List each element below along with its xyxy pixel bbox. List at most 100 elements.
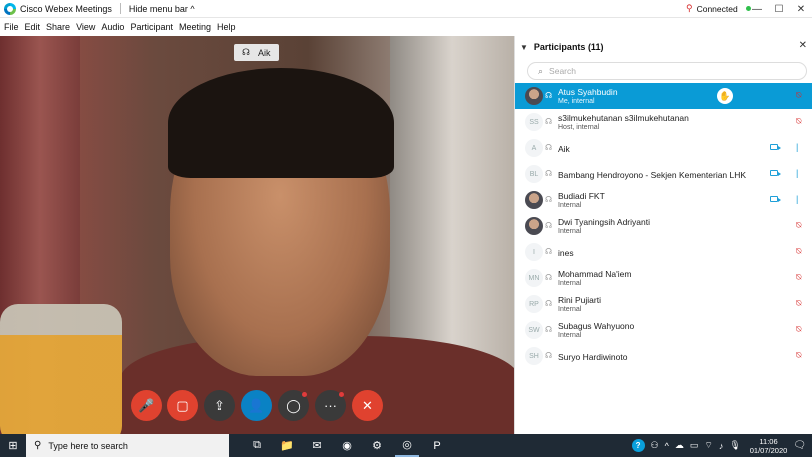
participant-row[interactable]: SS ☊ s3ilmukehutanan s3ilmukehutanan Host, … bbox=[515, 109, 812, 135]
microphone-muted-icon[interactable]: ⍉ bbox=[796, 90, 801, 101]
avatar: A bbox=[525, 139, 543, 157]
microphone-on-icon[interactable]: | bbox=[796, 194, 798, 204]
avatar: SW bbox=[525, 321, 543, 339]
avatar: SS bbox=[525, 113, 543, 131]
microphone-muted-icon[interactable]: ⍉ bbox=[796, 220, 801, 231]
avatar: BL bbox=[525, 165, 543, 183]
file-explorer-icon[interactable]: 📁 bbox=[275, 434, 299, 457]
participant-row[interactable]: I ☊ ines ⍉ bbox=[515, 239, 812, 265]
audio-connection-icon: ☊ bbox=[545, 195, 553, 204]
participant-role: Internal bbox=[558, 332, 582, 339]
task-view-icon[interactable]: ⧉ bbox=[245, 434, 269, 457]
menu-edit[interactable]: Edit bbox=[25, 22, 41, 32]
notifications-icon[interactable]: 🗨 bbox=[793, 440, 806, 451]
avatar bbox=[525, 87, 543, 105]
menu-participant[interactable]: Participant bbox=[130, 22, 173, 32]
microphone-off-icon: 🎤 bbox=[138, 397, 155, 413]
microphone-on-icon[interactable]: | bbox=[796, 142, 798, 152]
menu-help[interactable]: Help bbox=[217, 22, 236, 32]
people-icon[interactable]: ⚇ bbox=[651, 440, 659, 451]
participant-role: Internal bbox=[558, 228, 582, 235]
chrome-icon[interactable]: ◉ bbox=[335, 434, 359, 457]
taskbar-search-placeholder: Type here to search bbox=[48, 440, 128, 451]
avatar: SH bbox=[525, 347, 543, 365]
leave-meeting-button[interactable]: ✕ bbox=[352, 390, 383, 421]
onedrive-icon[interactable]: ☁ bbox=[675, 440, 684, 451]
show-hidden-icons-icon[interactable]: ^ bbox=[665, 441, 669, 451]
participant-row[interactable]: A ☊ Aik | bbox=[515, 135, 812, 161]
audio-connection-icon: ☊ bbox=[545, 143, 553, 152]
participant-icon: 👤 bbox=[248, 397, 265, 413]
more-options-button[interactable]: ··· bbox=[315, 390, 346, 421]
camera-off-icon: ▢ bbox=[176, 397, 189, 413]
participant-row[interactable]: RP ☊ Rini Pujiarti Internal ⍉ bbox=[515, 291, 812, 317]
microphone-muted-icon[interactable]: ⍉ bbox=[796, 298, 801, 309]
microphone-muted-icon[interactable]: ⍉ bbox=[796, 246, 801, 257]
microphone-muted-icon[interactable]: ⍉ bbox=[796, 272, 801, 283]
menu-meeting[interactable]: Meeting bbox=[179, 22, 211, 32]
video-button[interactable]: ▢ bbox=[167, 390, 198, 421]
connection-status-label: Connected bbox=[696, 3, 738, 14]
collapse-panel-icon[interactable]: ▼ bbox=[520, 43, 528, 52]
participant-row[interactable]: ☊ Atus Syahbudin Me, internal ✋ ⍉ bbox=[515, 83, 812, 109]
participant-row[interactable]: BL ☊ Bambang Hendroyono - Sekjen Kementeri… bbox=[515, 161, 812, 187]
windows-start-icon[interactable]: ⊞ bbox=[0, 434, 26, 457]
participant-name: Aik bbox=[558, 144, 570, 154]
participants-button[interactable]: 👤 bbox=[241, 390, 272, 421]
participants-panel: ▼ Participants (11) ✕ ⌕ ☊Atus SyahbudinM… bbox=[514, 36, 812, 434]
participant-role: Me, internal bbox=[558, 98, 595, 105]
minimize-button[interactable]: — bbox=[746, 0, 768, 18]
battery-icon[interactable]: ▭ bbox=[690, 440, 699, 451]
audio-connection-icon: ☊ bbox=[545, 351, 553, 360]
audio-connection-icon: ☊ bbox=[545, 299, 553, 308]
close-panel-icon[interactable]: ✕ bbox=[799, 40, 807, 51]
taskbar-search-box[interactable]: ⚲ Type here to search bbox=[26, 434, 229, 457]
close-window-button[interactable]: ✕ bbox=[790, 0, 812, 18]
raise-hand-icon[interactable]: ✋ bbox=[717, 88, 733, 104]
video-on-icon bbox=[770, 144, 781, 150]
network-icon[interactable]: ⌔ bbox=[704, 440, 712, 451]
mail-icon[interactable]: ✉ bbox=[305, 434, 329, 457]
help-icon[interactable]: ? bbox=[631, 439, 645, 452]
menu-file[interactable]: File bbox=[4, 22, 19, 32]
active-speaker-video[interactable]: ☊ Aik bbox=[0, 36, 514, 434]
video-on-icon bbox=[770, 170, 781, 176]
microphone-muted-icon[interactable]: ⍉ bbox=[796, 116, 801, 127]
connection-status[interactable]: ⚲ Connected bbox=[686, 3, 751, 14]
participant-name: Bambang Hendroyono - Sekjen Kementerian … bbox=[558, 170, 747, 180]
taskbar-clock[interactable]: 11:06 01/07/2020 bbox=[750, 437, 788, 455]
participant-row[interactable]: MN ☊ Mohammad Na'iem Internal ⍉ bbox=[515, 265, 812, 291]
participant-name: Rini Pujiarti bbox=[558, 295, 601, 305]
menu-view[interactable]: View bbox=[76, 22, 95, 32]
chat-button[interactable]: ◯ bbox=[278, 390, 309, 421]
participant-row[interactable]: SW ☊ Subagus Wahyuono Internal ⍉ bbox=[515, 317, 812, 343]
mute-button[interactable]: 🎤 bbox=[131, 390, 162, 421]
notification-badge bbox=[339, 392, 344, 397]
avatar: MN bbox=[525, 269, 543, 287]
settings-icon[interactable]: ⚙ bbox=[365, 434, 389, 457]
participant-row[interactable]: SH ☊ Suryo Hardiwinoto ⍉ bbox=[515, 343, 812, 369]
microphone-muted-icon[interactable]: ⍉ bbox=[796, 324, 801, 335]
participant-role: Internal bbox=[558, 202, 582, 209]
audio-connection-icon: ☊ bbox=[545, 325, 553, 334]
avatar: I bbox=[525, 243, 543, 261]
volume-icon[interactable]: ♪ bbox=[719, 441, 724, 451]
maximize-button[interactable]: ☐ bbox=[768, 0, 790, 18]
menu-audio[interactable]: Audio bbox=[101, 22, 124, 32]
microphone-muted-icon[interactable]: ⍉ bbox=[796, 350, 801, 361]
hide-menu-bar-button[interactable]: Hide menu bar ^ bbox=[129, 4, 195, 14]
microphone-on-icon[interactable]: | bbox=[796, 168, 798, 178]
speaker-name: Aik bbox=[258, 47, 271, 58]
participant-name: ines bbox=[558, 248, 574, 258]
share-button[interactable]: ⇪ bbox=[204, 390, 235, 421]
powerpoint-icon[interactable]: P bbox=[425, 434, 449, 457]
participant-search-input[interactable] bbox=[549, 66, 780, 76]
webex-icon[interactable]: ◎ bbox=[395, 434, 419, 457]
microphone-tray-icon[interactable]: 🎙 bbox=[729, 440, 740, 451]
connection-signal-icon: ⚲ bbox=[686, 3, 693, 13]
participant-row[interactable]: ☊ Budiadi FKT Internal | bbox=[515, 187, 812, 213]
participant-row[interactable]: ☊ Dwi Tyaningsih Adriyanti Internal ⍉ bbox=[515, 213, 812, 239]
audio-connection-icon: ☊ bbox=[545, 91, 553, 100]
menu-share[interactable]: Share bbox=[46, 22, 70, 32]
video-on-icon bbox=[770, 196, 781, 202]
